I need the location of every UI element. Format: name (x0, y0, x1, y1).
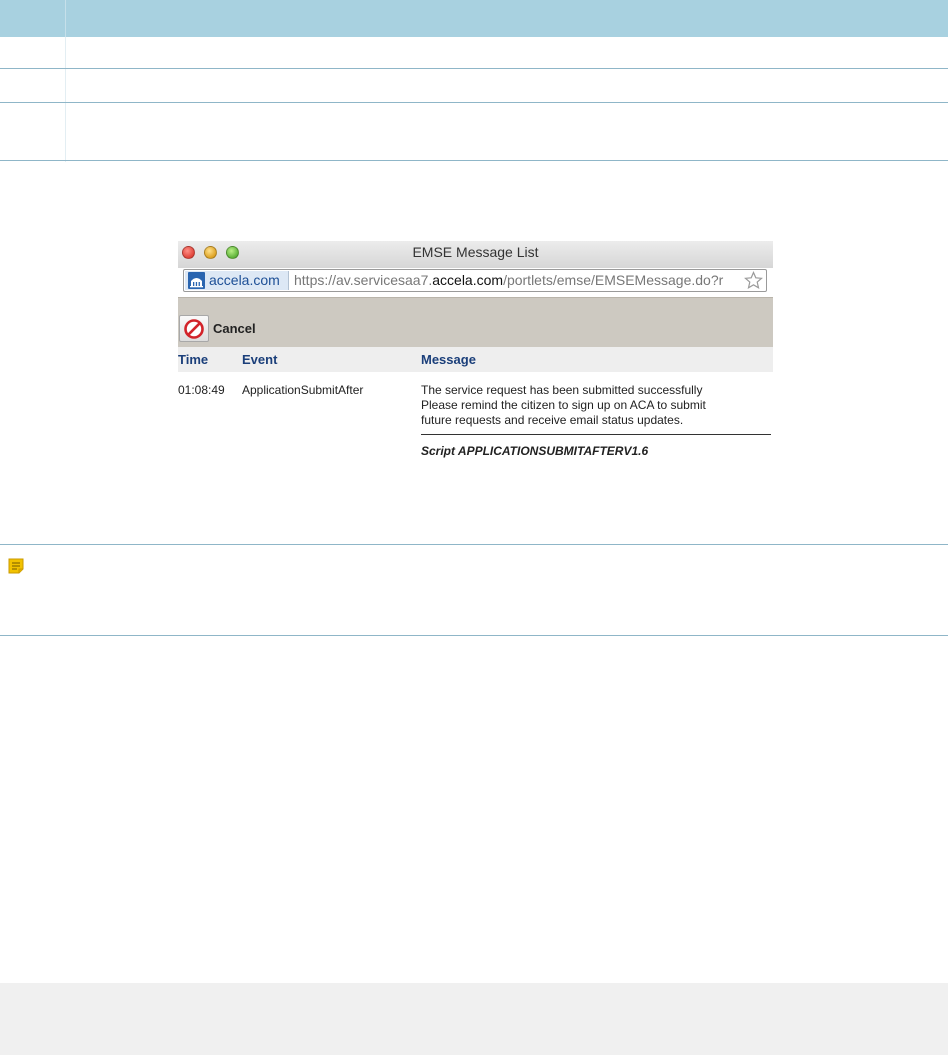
column-header-event: Event (242, 352, 278, 367)
url-suffix: /portlets/emse/EMSEMessage.do?r (503, 272, 724, 288)
star-icon[interactable] (744, 270, 763, 290)
url-domain: accela.com (432, 272, 504, 288)
message-divider (421, 434, 771, 435)
column-header-time: Time (178, 352, 209, 367)
row-script: Script APPLICATIONSUBMITAFTERV1.6 (421, 444, 649, 458)
url-prefix: https://av.servicesaa7. (294, 272, 433, 288)
emse-message-list-window: EMSE Message List accela.com https://av.… (178, 241, 773, 471)
window-titlebar: EMSE Message List (178, 241, 773, 268)
row-message: The service request has been submitted s… (421, 383, 771, 428)
message-toolbar: Cancel (178, 297, 773, 347)
cancel-label[interactable]: Cancel (213, 321, 256, 336)
row-event: ApplicationSubmitAfter (242, 383, 364, 397)
site-identity-badge[interactable]: accela.com (185, 271, 289, 290)
site-name: accela.com (209, 272, 280, 288)
note-bottom-rule (0, 635, 948, 636)
message-line: The service request has been submitted s… (421, 383, 703, 397)
no-entry-icon (184, 319, 204, 339)
address-bar[interactable]: accela.com https://av.servicesaa7.accela… (183, 269, 767, 292)
url-text[interactable]: https://av.servicesaa7.accela.com/portle… (294, 272, 734, 288)
column-header-message: Message (421, 352, 476, 367)
header-cell-divider (65, 0, 66, 37)
row-divider (0, 160, 948, 161)
note-icon (7, 557, 25, 575)
window-title: EMSE Message List (412, 244, 539, 260)
row-divider (0, 102, 948, 103)
doc-table-header (0, 0, 948, 37)
page-footer-band (0, 983, 948, 1055)
row-time: 01:08:49 (178, 383, 225, 397)
note-top-rule (0, 544, 948, 545)
row-divider (0, 68, 948, 69)
message-line: Please remind the citizen to sign up on … (421, 398, 706, 412)
accela-logo-icon (188, 272, 205, 289)
cancel-button[interactable] (179, 315, 209, 342)
message-table-header: Time Event Message (178, 347, 773, 372)
message-line: future requests and receive email status… (421, 413, 684, 427)
column-divider (65, 37, 66, 162)
